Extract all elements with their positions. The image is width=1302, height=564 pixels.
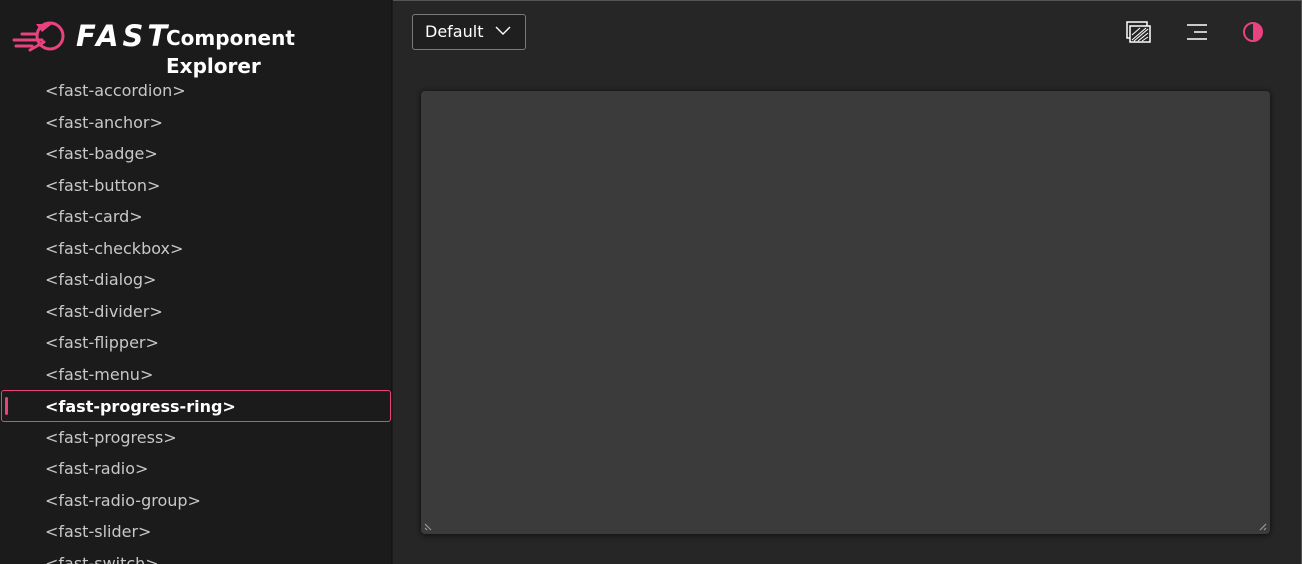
toolbar: Default — [393, 0, 1302, 62]
transparency-grid-icon — [1126, 21, 1151, 43]
menu-lines-icon — [1187, 24, 1207, 40]
contrast-toggle-icon — [1243, 22, 1263, 42]
nav-item-slider[interactable]: <fast-slider> — [0, 516, 391, 548]
preview-area — [393, 62, 1302, 564]
nav-item-button[interactable]: <fast-button> — [0, 170, 391, 202]
contrast-toggle-button[interactable] — [1239, 18, 1267, 46]
nav-item-dialog[interactable]: <fast-dialog> — [0, 264, 391, 296]
nav-item-radio[interactable]: <fast-radio> — [0, 453, 391, 485]
nav-item-progress[interactable]: <fast-progress> — [0, 422, 391, 454]
nav-item-radio-group[interactable]: <fast-radio-group> — [0, 485, 391, 517]
theme-select-value: Default — [425, 22, 484, 41]
chevron-down-icon — [495, 26, 511, 35]
component-nav: <fast-accordion> <fast-anchor> <fast-bad… — [0, 75, 391, 564]
brand-wordmark: FAST — [76, 19, 172, 53]
transparency-grid-button[interactable] — [1124, 18, 1152, 46]
nav-item-card[interactable]: <fast-card> — [0, 201, 391, 233]
preview-canvas — [421, 91, 1270, 534]
nav-item-flipper[interactable]: <fast-flipper> — [0, 327, 391, 359]
nav-item-checkbox[interactable]: <fast-checkbox> — [0, 233, 391, 265]
nav-item-progress-ring[interactable]: <fast-progress-ring> — [1, 390, 391, 422]
nav-item-badge[interactable]: <fast-badge> — [0, 138, 391, 170]
brand-header: FAST Component Explorer — [0, 0, 391, 78]
sidebar: FAST Component Explorer <fast-accordion>… — [0, 0, 392, 564]
nav-item-anchor[interactable]: <fast-anchor> — [0, 107, 391, 139]
resize-handle-right-icon[interactable] — [1256, 520, 1268, 532]
app-title: Component Explorer — [166, 26, 295, 78]
fast-rocket-logo-icon — [12, 21, 65, 52]
component-explorer-app: FAST Component Explorer <fast-accordion>… — [0, 0, 1302, 564]
resize-handle-left-icon[interactable] — [423, 520, 435, 532]
nav-item-accordion[interactable]: <fast-accordion> — [0, 75, 391, 107]
menu-lines-button[interactable] — [1183, 18, 1211, 46]
nav-item-menu[interactable]: <fast-menu> — [0, 359, 391, 391]
nav-item-switch[interactable]: <fast-switch> — [0, 548, 391, 564]
theme-select[interactable]: Default — [412, 14, 526, 50]
nav-item-divider[interactable]: <fast-divider> — [0, 296, 391, 328]
